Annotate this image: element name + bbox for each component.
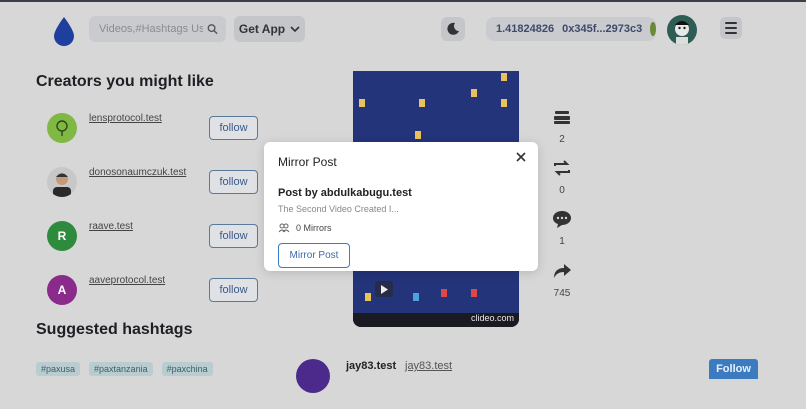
post-description: The Second Video Created I... (278, 204, 399, 214)
close-icon[interactable] (515, 151, 527, 163)
mirror-count-row: 0 Mirrors (278, 223, 332, 233)
mirror-count-label: 0 Mirrors (296, 223, 332, 233)
mirror-post-modal: Mirror Post Post by abdulkabugu.test The… (264, 142, 538, 271)
users-icon (278, 223, 290, 233)
mirror-post-button[interactable]: Mirror Post (278, 243, 350, 268)
post-author: Post by abdulkabugu.test (278, 187, 412, 199)
modal-title: Mirror Post (278, 155, 337, 169)
